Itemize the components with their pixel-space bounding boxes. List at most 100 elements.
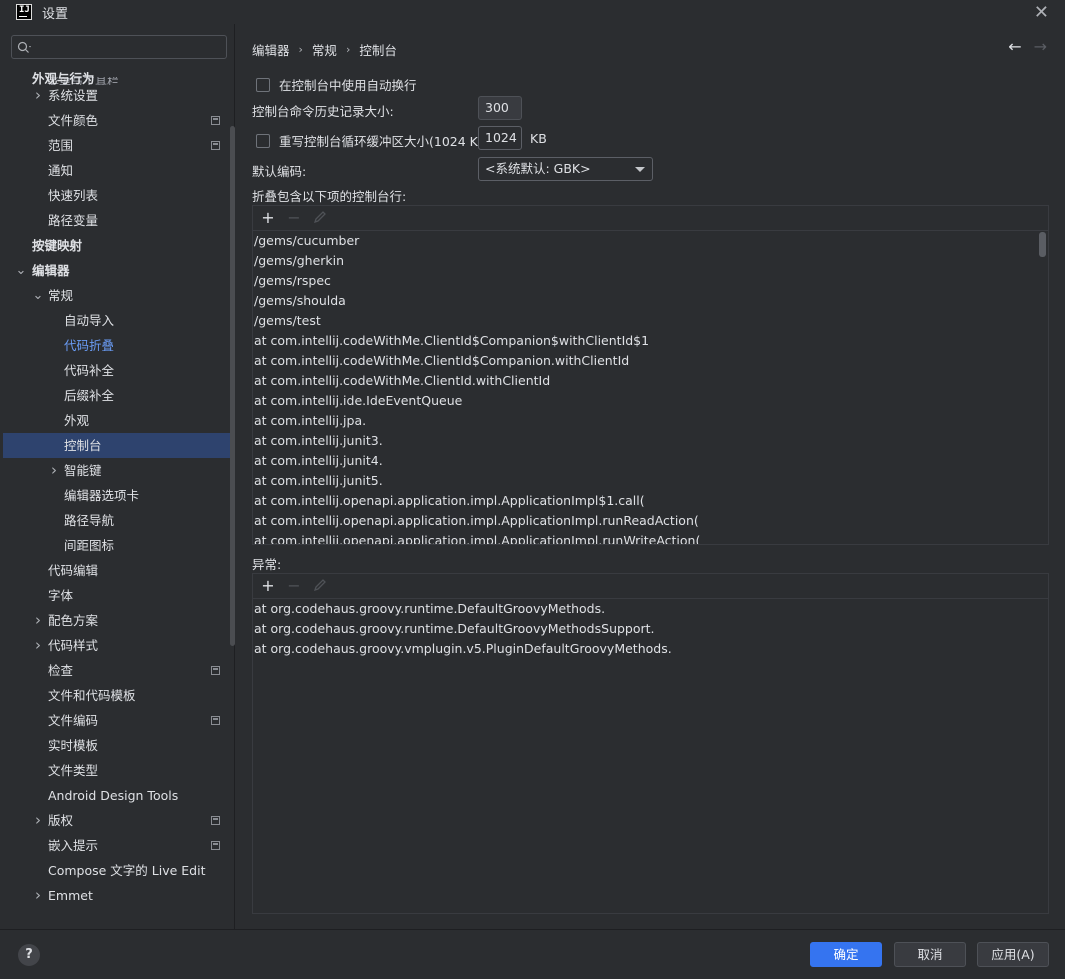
override-buffer-checkbox[interactable] <box>256 133 270 148</box>
add-icon[interactable]: + <box>261 210 275 226</box>
list-item[interactable]: /gems/cucumber <box>253 231 1048 251</box>
remove-icon[interactable]: − <box>287 210 301 226</box>
sidebar-scrollbar[interactable] <box>230 126 235 646</box>
sidebar-item[interactable]: 控制台 <box>3 433 235 458</box>
chevron-right-icon[interactable]: › <box>48 458 60 483</box>
sidebar-item[interactable]: ⌄ 编辑器 <box>3 258 235 283</box>
chevron-down-icon[interactable]: ⌄ <box>15 258 27 283</box>
list-item[interactable]: at com.intellij.codeWithMe.ClientId$Comp… <box>253 351 1048 371</box>
chevron-down-icon[interactable]: ⌄ <box>32 283 44 308</box>
sidebar-item[interactable]: › 代码样式 <box>3 633 235 658</box>
back-arrow-icon[interactable]: ← <box>1008 37 1021 56</box>
chevron-right-icon[interactable]: › <box>32 633 44 658</box>
sidebar-item-label: 通知 <box>48 163 74 178</box>
sidebar-item-label: 控制台 <box>64 438 102 453</box>
sidebar-item[interactable]: 代码编辑 <box>3 558 235 583</box>
fold-list-scrollbar[interactable] <box>1039 232 1046 257</box>
history-size-field[interactable]: 300 <box>478 96 522 120</box>
sidebar-item[interactable]: 检查 <box>3 658 235 683</box>
sidebar-item[interactable]: › 系统设置 <box>3 83 235 108</box>
list-item[interactable]: at com.intellij.jpa. <box>253 411 1048 431</box>
sidebar-item[interactable]: Compose 文字的 Live Edit <box>3 858 235 883</box>
edit-pencil-icon[interactable] <box>313 210 327 227</box>
search-input[interactable] <box>11 35 227 59</box>
auto-wrap-checkbox[interactable] <box>256 77 270 92</box>
override-buffer-option[interactable]: 重写控制台循环缓冲区大小(1024 KB) <box>256 131 491 150</box>
forward-arrow-icon[interactable]: → <box>1034 37 1047 56</box>
project-scope-icon <box>211 716 220 725</box>
sidebar-item[interactable]: 按键映射 <box>3 233 235 258</box>
encoding-select[interactable]: <系统默认: GBK> <box>478 157 653 181</box>
sidebar-item[interactable]: 路径变量 <box>3 208 235 233</box>
sidebar-item-label: 智能键 <box>64 463 102 478</box>
fold-lines-list[interactable]: /gems/cucumber/gems/gherkin/gems/rspec/g… <box>253 231 1048 544</box>
sidebar-item[interactable]: 间距图标 <box>3 533 235 558</box>
project-scope-icon <box>211 141 220 150</box>
list-item[interactable]: /gems/shoulda <box>253 291 1048 311</box>
sidebar-item[interactable]: 范围 <box>3 133 235 158</box>
sidebar-item[interactable]: › 智能键 <box>3 458 235 483</box>
list-item[interactable]: at com.intellij.junit4. <box>253 451 1048 471</box>
sidebar-item[interactable]: 嵌入提示 <box>3 833 235 858</box>
list-item[interactable]: at com.intellij.codeWithMe.ClientId$Comp… <box>253 331 1048 351</box>
sidebar-item-label: 路径导航 <box>64 513 115 528</box>
list-item[interactable]: /gems/test <box>253 311 1048 331</box>
list-item[interactable]: at org.codehaus.groovy.vmplugin.v5.Plugi… <box>253 639 1048 659</box>
breadcrumb-item[interactable]: 编辑器 <box>252 40 290 59</box>
sidebar-item[interactable]: › Emmet <box>3 883 235 908</box>
list-item[interactable]: at com.intellij.openapi.application.impl… <box>253 491 1048 511</box>
sidebar-item[interactable]: 字体 <box>3 583 235 608</box>
list-item[interactable]: at org.codehaus.groovy.runtime.DefaultGr… <box>253 599 1048 619</box>
chevron-right-icon[interactable]: › <box>32 608 44 633</box>
edit-pencil-icon[interactable] <box>313 578 327 595</box>
app-logo: IJ <box>16 4 32 20</box>
sidebar-item-label: 代码样式 <box>48 638 99 653</box>
sidebar-item-label: 编辑器 <box>32 263 70 278</box>
breadcrumb-item[interactable]: 常规 <box>312 40 337 59</box>
sidebar-item-label: 文件类型 <box>48 763 99 778</box>
auto-wrap-option[interactable]: 在控制台中使用自动换行 <box>256 75 417 94</box>
remove-icon[interactable]: − <box>287 578 301 594</box>
list-item[interactable]: at com.intellij.codeWithMe.ClientId.with… <box>253 371 1048 391</box>
chevron-right-icon[interactable]: › <box>32 883 44 908</box>
nav-arrows: ← → <box>1008 37 1047 56</box>
sidebar-item[interactable]: › 版权 <box>3 808 235 833</box>
sidebar-item[interactable]: 文件和代码模板 <box>3 683 235 708</box>
list-item[interactable]: at com.intellij.openapi.application.impl… <box>253 511 1048 531</box>
list-item[interactable]: at com.intellij.ide.IdeEventQueue <box>253 391 1048 411</box>
sidebar-item-label: 配色方案 <box>48 613 99 628</box>
list-item[interactable]: at com.intellij.openapi.application.impl… <box>253 531 1048 544</box>
sidebar-item[interactable]: 编辑器选项卡 <box>3 483 235 508</box>
list-item[interactable]: at com.intellij.junit5. <box>253 471 1048 491</box>
sidebar-item[interactable]: 代码折叠 <box>3 333 235 358</box>
list-item[interactable]: at org.codehaus.groovy.runtime.DefaultGr… <box>253 619 1048 639</box>
sidebar-item[interactable]: ⌄ 常规 <box>3 283 235 308</box>
sidebar-item[interactable]: 通知 <box>3 158 235 183</box>
help-button[interactable]: ? <box>18 944 40 966</box>
sidebar-item[interactable]: 外观 <box>3 408 235 433</box>
list-item[interactable]: /gems/rspec <box>253 271 1048 291</box>
sidebar-item[interactable]: 自动导入 <box>3 308 235 333</box>
sidebar-item[interactable]: 后缀补全 <box>3 383 235 408</box>
list-item[interactable]: at com.intellij.junit3. <box>253 431 1048 451</box>
list-item[interactable]: /gems/gherkin <box>253 251 1048 271</box>
sidebar-item[interactable]: 代码补全 <box>3 358 235 383</box>
sidebar-item[interactable]: 文件编码 <box>3 708 235 733</box>
close-icon[interactable]: ✕ <box>1034 2 1049 23</box>
exceptions-list[interactable]: at org.codehaus.groovy.runtime.DefaultGr… <box>253 599 1048 913</box>
sidebar-item[interactable]: 文件颜色 <box>3 108 235 133</box>
sidebar-item[interactable]: 快速列表 <box>3 183 235 208</box>
chevron-right-icon[interactable]: › <box>32 808 44 833</box>
sidebar-item[interactable]: 文件类型 <box>3 758 235 783</box>
ok-button[interactable]: 确定 <box>810 942 882 967</box>
apply-button[interactable]: 应用(A) <box>977 942 1049 967</box>
add-icon[interactable]: + <box>261 578 275 594</box>
sidebar-item[interactable]: › 配色方案 <box>3 608 235 633</box>
buffer-unit: KB <box>530 131 547 146</box>
sidebar-item[interactable]: 实时模板 <box>3 733 235 758</box>
cancel-button[interactable]: 取消 <box>894 942 966 967</box>
sidebar-item[interactable]: 路径导航 <box>3 508 235 533</box>
sidebar-item[interactable]: Android Design Tools <box>3 783 235 808</box>
chevron-right-icon[interactable]: › <box>32 83 44 108</box>
buffer-size-field[interactable]: 1024 <box>478 126 522 150</box>
